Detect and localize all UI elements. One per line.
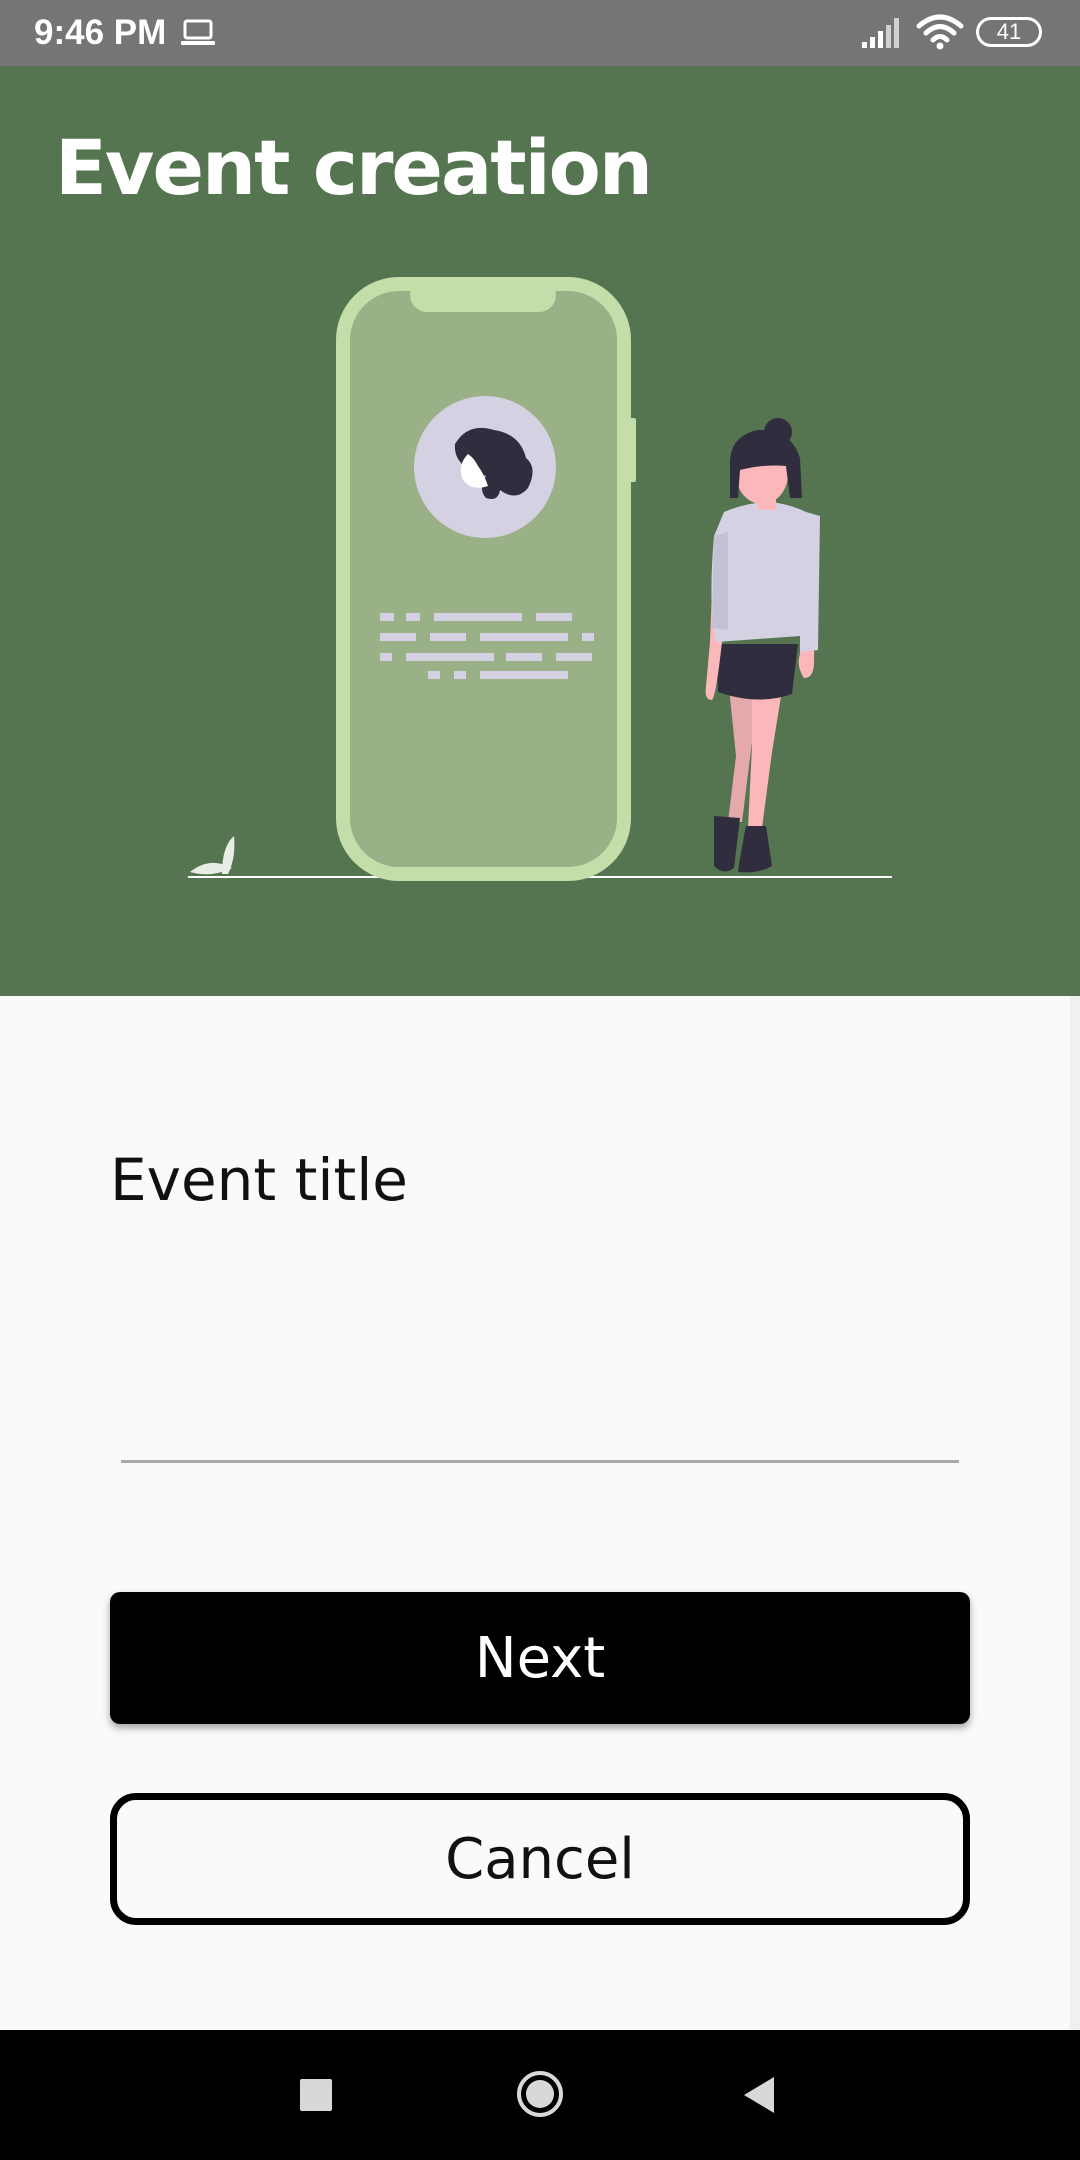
woman-figure-icon <box>705 418 820 873</box>
page-title: Event creation <box>55 123 653 212</box>
recent-apps-icon[interactable] <box>300 2079 332 2111</box>
status-time: 9:46 PM <box>34 13 167 52</box>
scroll-edge <box>1070 996 1080 2030</box>
header: Event creation <box>0 66 1080 996</box>
event-title-label: Event title <box>110 1146 408 1214</box>
cancel-button[interactable]: Cancel <box>110 1793 970 1925</box>
event-title-input[interactable] <box>121 1330 959 1463</box>
laptop-icon <box>181 19 215 45</box>
wifi-icon <box>916 14 964 50</box>
phone-icon <box>336 277 636 881</box>
back-icon[interactable] <box>742 2075 776 2115</box>
home-icon[interactable] <box>515 2069 565 2119</box>
navigation-bar <box>0 2030 1080 2160</box>
event-creation-screen: 9:46 PM 41 Event creation Event title Ne… <box>0 0 1080 2160</box>
battery-icon: 41 <box>976 17 1042 47</box>
signal-icon <box>862 18 899 48</box>
status-bar: 9:46 PM 41 <box>0 0 1080 66</box>
next-button[interactable]: Next <box>110 1592 970 1724</box>
